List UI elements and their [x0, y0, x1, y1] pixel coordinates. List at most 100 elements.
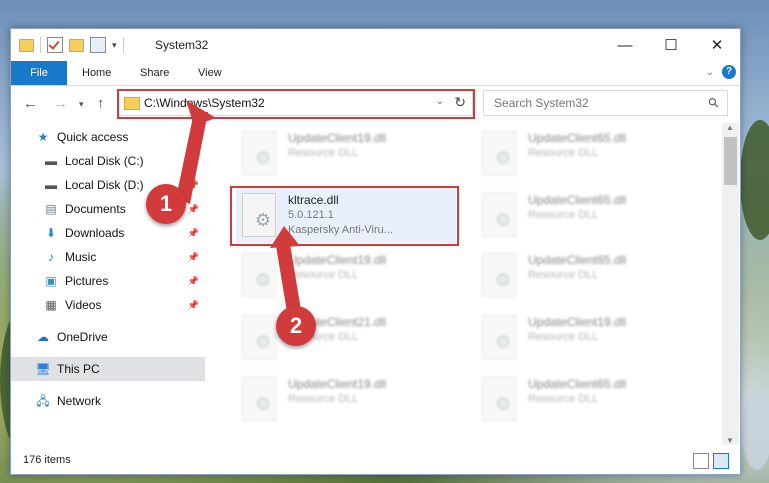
- list-item[interactable]: ⚙ UpdateClient19.dll Resource DLL: [236, 125, 456, 181]
- details-view-icon[interactable]: [693, 453, 709, 469]
- drive-icon: ▬: [45, 178, 57, 192]
- tab-file[interactable]: File: [11, 61, 67, 85]
- documents-icon: ▤: [45, 202, 57, 216]
- up-arrow-icon[interactable]: ↑: [97, 95, 105, 112]
- music-icon: ♪: [48, 250, 54, 264]
- list-item[interactable]: ⚙ UpdateClient19.dll Resource DLL: [476, 309, 696, 365]
- pin-icon[interactable]: 📌: [188, 252, 199, 263]
- sidebar-item-pictures[interactable]: ▣ Pictures 📌: [11, 269, 205, 293]
- callout-badge-1: 1: [146, 184, 186, 224]
- ribbon-controls: ⌄ ?: [706, 65, 736, 79]
- callout-badge-2: 2: [276, 306, 316, 346]
- dll-file-icon: ⚙: [482, 315, 516, 359]
- sidebar-item-music[interactable]: ♪ Music 📌: [11, 245, 205, 269]
- separator: [40, 37, 41, 53]
- file-type: Resource DLL: [288, 269, 359, 281]
- gear-icon: ⚙: [255, 148, 272, 168]
- maximize-button[interactable]: ☐: [648, 29, 694, 61]
- file-explorer-window: ▾ System32 — ☐ ✕ File Home Share View ⌄ …: [10, 28, 741, 475]
- list-item[interactable]: ⚙ UpdateClient19.dll Resource DLL: [236, 247, 456, 303]
- sidebar-item-label: Network: [57, 394, 102, 408]
- gear-icon: ⚙: [495, 148, 512, 168]
- onedrive-icon: ☁: [37, 330, 49, 344]
- address-highlight: [117, 89, 475, 119]
- vertical-scrollbar[interactable]: ▲ ▼: [722, 123, 739, 445]
- sidebar-item-this-pc[interactable]: 🖥 This PC: [11, 357, 205, 381]
- tab-view[interactable]: View: [185, 61, 235, 85]
- forward-arrow-icon[interactable]: →: [53, 95, 68, 112]
- expand-ribbon-icon[interactable]: ⌄: [706, 67, 714, 78]
- properties-check-icon[interactable]: [47, 37, 63, 53]
- pin-icon[interactable]: 📌: [188, 204, 199, 215]
- file-name: UpdateClient19.dll: [288, 131, 387, 145]
- sidebar-item-label: Local Disk (D:): [65, 178, 144, 192]
- recent-locations-icon[interactable]: ▾: [79, 99, 84, 110]
- snow-decoration: [742, 390, 769, 470]
- pin-icon[interactable]: 📌: [188, 156, 199, 167]
- file-type: Resource DLL: [528, 209, 599, 221]
- file-type: Resource DLL: [528, 147, 599, 159]
- gear-icon: ⚙: [255, 394, 272, 414]
- list-item[interactable]: ⚙ UpdateClient65.dll Resource DLL: [476, 187, 696, 243]
- file-name: UpdateClient65.dll: [528, 131, 627, 145]
- list-item[interactable]: ⚙ UpdateClient65.dll Resource DLL: [476, 247, 696, 303]
- gear-icon: ⚙: [495, 332, 512, 352]
- gear-icon: ⚙: [495, 210, 512, 230]
- toolbar-dropdown-icon[interactable]: ▾: [112, 40, 117, 51]
- pin-icon[interactable]: 📌: [188, 276, 199, 287]
- file-type: Resource DLL: [528, 331, 599, 343]
- drive-icon: ▬: [45, 154, 57, 168]
- sidebar-item-videos[interactable]: ▦ Videos 📌: [11, 293, 205, 317]
- tab-share[interactable]: Share: [127, 61, 182, 85]
- sidebar-item-local-disk-c[interactable]: ▬ Local Disk (C:) 📌: [11, 149, 205, 173]
- dll-file-icon: ⚙: [242, 377, 276, 421]
- list-item[interactable]: ⚙ UpdateClient65.dll Resource DLL: [476, 371, 696, 427]
- tab-home[interactable]: Home: [69, 61, 124, 85]
- sidebar-item-label: OneDrive: [57, 330, 108, 344]
- dll-file-icon: ⚙: [482, 253, 516, 297]
- file-type: Resource DLL: [288, 147, 359, 159]
- search-input[interactable]: Search System32 ⚲: [483, 90, 728, 116]
- sidebar-item-label: Pictures: [65, 274, 109, 288]
- file-name: UpdateClient19.dll: [288, 253, 387, 267]
- large-icons-view-icon[interactable]: [713, 453, 729, 469]
- back-arrow-icon[interactable]: ←: [23, 95, 38, 112]
- sidebar-item-quick-access[interactable]: ★ Quick access: [11, 125, 205, 149]
- file-name: UpdateClient19.dll: [288, 377, 387, 391]
- network-icon: 🖧: [36, 394, 50, 408]
- sidebar-item-label: This PC: [57, 362, 100, 376]
- gear-icon: ⚙: [255, 332, 272, 352]
- file-type: Resource DLL: [528, 393, 599, 405]
- file-list: ⚙ UpdateClient19.dll Resource DLL ⚙ kltr…: [216, 123, 722, 445]
- scroll-down-icon[interactable]: ▼: [726, 436, 734, 445]
- sidebar-item-label: Downloads: [65, 226, 125, 240]
- minimize-button[interactable]: —: [602, 29, 648, 61]
- scroll-up-icon[interactable]: ▲: [726, 123, 734, 132]
- dll-file-icon: ⚙: [242, 315, 276, 359]
- downloads-icon: ⬇: [45, 226, 57, 240]
- help-icon[interactable]: ?: [722, 65, 736, 79]
- sidebar-item-label: Documents: [65, 202, 126, 216]
- scrollbar-thumb[interactable]: [724, 137, 737, 185]
- folder-icon[interactable]: [19, 38, 34, 52]
- sidebar-item-network[interactable]: 🖧 Network: [11, 389, 205, 413]
- dll-file-icon: ⚙: [242, 131, 276, 175]
- close-button[interactable]: ✕: [694, 29, 740, 61]
- sidebar-item-downloads[interactable]: ⬇ Downloads 📌: [11, 221, 205, 245]
- pin-icon[interactable]: 📌: [188, 300, 199, 311]
- sidebar-item-onedrive[interactable]: ☁ OneDrive: [11, 325, 205, 349]
- file-type: Resource DLL: [528, 269, 599, 281]
- new-folder-icon[interactable]: [69, 38, 84, 52]
- list-item[interactable]: ⚙ UpdateClient19.dll Resource DLL: [236, 371, 456, 427]
- title-bar: ▾ System32 — ☐ ✕: [11, 29, 740, 61]
- list-item[interactable]: ⚙ UpdateClient65.dll Resource DLL: [476, 125, 696, 181]
- dll-file-icon: ⚙: [482, 131, 516, 175]
- dll-file-icon: ⚙: [242, 253, 276, 297]
- pin-icon[interactable]: 📌: [188, 228, 199, 239]
- customize-toolbar-icon[interactable]: [90, 37, 106, 53]
- search-icon[interactable]: ⚲: [705, 94, 723, 112]
- file-name: UpdateClient65.dll: [528, 377, 627, 391]
- list-item[interactable]: ⚙ UpdateClient21.dll Resource DLL: [236, 309, 456, 365]
- pictures-icon: ▣: [45, 274, 57, 288]
- pin-icon[interactable]: 📌: [188, 180, 199, 191]
